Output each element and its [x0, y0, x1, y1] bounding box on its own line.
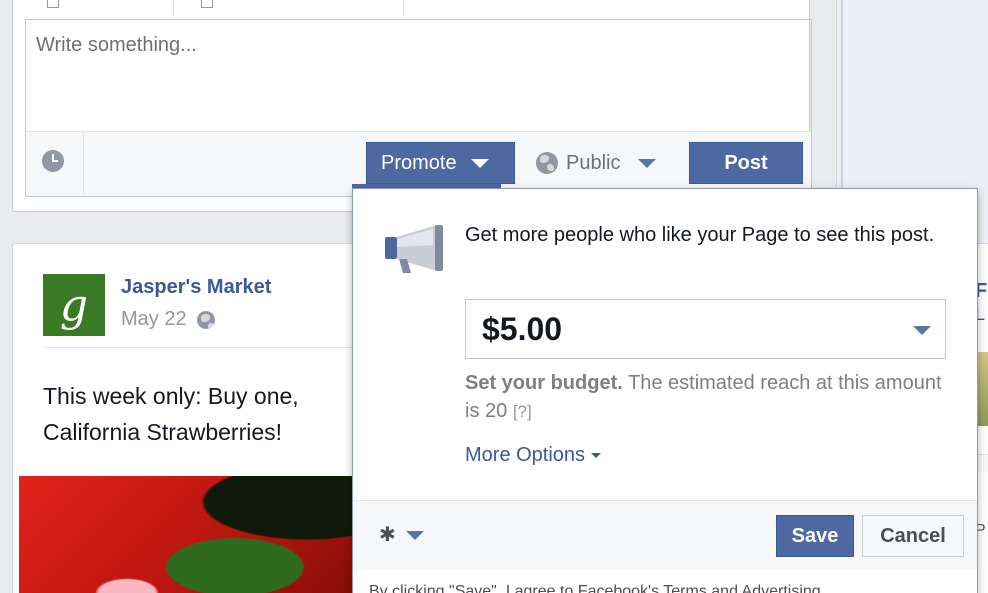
globe-icon	[196, 310, 215, 329]
budget-value: $5.00	[482, 310, 563, 347]
settings-menu-button[interactable]: ✱	[379, 525, 424, 545]
more-options-link[interactable]: More Options	[465, 444, 602, 467]
more-options-label: More Options	[465, 444, 586, 466]
page-name-link[interactable]: Jasper's Market	[121, 276, 271, 299]
composer-tabs	[13, 0, 809, 19]
chevron-down-icon	[470, 158, 489, 168]
post-date-link[interactable]: May 22	[121, 308, 187, 331]
status-tab-icon[interactable]	[47, 0, 59, 8]
feed-story: g Jasper's Market May 22 This week only:…	[12, 243, 372, 593]
privacy-label: Public	[566, 151, 621, 174]
globe-icon	[536, 152, 558, 174]
schedule-cell[interactable]	[26, 132, 84, 196]
photo-tab-icon[interactable]	[201, 0, 213, 8]
page-avatar[interactable]: g	[43, 274, 105, 336]
story-divider	[43, 347, 371, 348]
post-image[interactable]	[19, 476, 371, 593]
composer-input[interactable]: Write something...	[36, 34, 197, 57]
promote-description: Get more people who like your Page to se…	[465, 224, 935, 246]
promote-label: Promote	[381, 151, 457, 174]
help-link[interactable]: [?]	[513, 402, 532, 421]
budget-select[interactable]: $5.00	[465, 299, 946, 359]
chevron-down-icon	[405, 530, 424, 540]
legal-text: By clicking "Save", I agree to Facebook'…	[369, 583, 821, 593]
composer-box: Write something... Promote Public Post	[25, 19, 812, 197]
tab-divider	[173, 0, 174, 15]
save-button[interactable]: Save	[776, 515, 854, 557]
clock-icon[interactable]	[42, 150, 64, 172]
cancel-button[interactable]: Cancel	[862, 515, 964, 557]
gear-icon: ✱	[379, 524, 396, 546]
post-date: May 22	[121, 308, 215, 331]
budget-help-heading: Set your budget.	[465, 372, 623, 394]
privacy-selector[interactable]: Public	[536, 142, 681, 184]
chevron-down-icon	[638, 158, 657, 168]
budget-help-text: Set your budget. The estimated reach at …	[465, 369, 955, 426]
post-button[interactable]: Post	[689, 142, 803, 184]
post-text: This week only: Buy one, California Stra…	[43, 383, 299, 445]
popup-footer: ✱ Save Cancel	[353, 500, 977, 570]
megaphone-icon	[385, 225, 443, 273]
chevron-down-icon	[913, 326, 931, 335]
tab-divider	[403, 0, 404, 15]
promote-popup: Get more people who like your Page to se…	[352, 188, 978, 593]
promote-button[interactable]: Promote	[366, 142, 515, 184]
chevron-down-icon	[591, 453, 602, 458]
status-composer: Write something... Promote Public Post	[12, 0, 812, 212]
